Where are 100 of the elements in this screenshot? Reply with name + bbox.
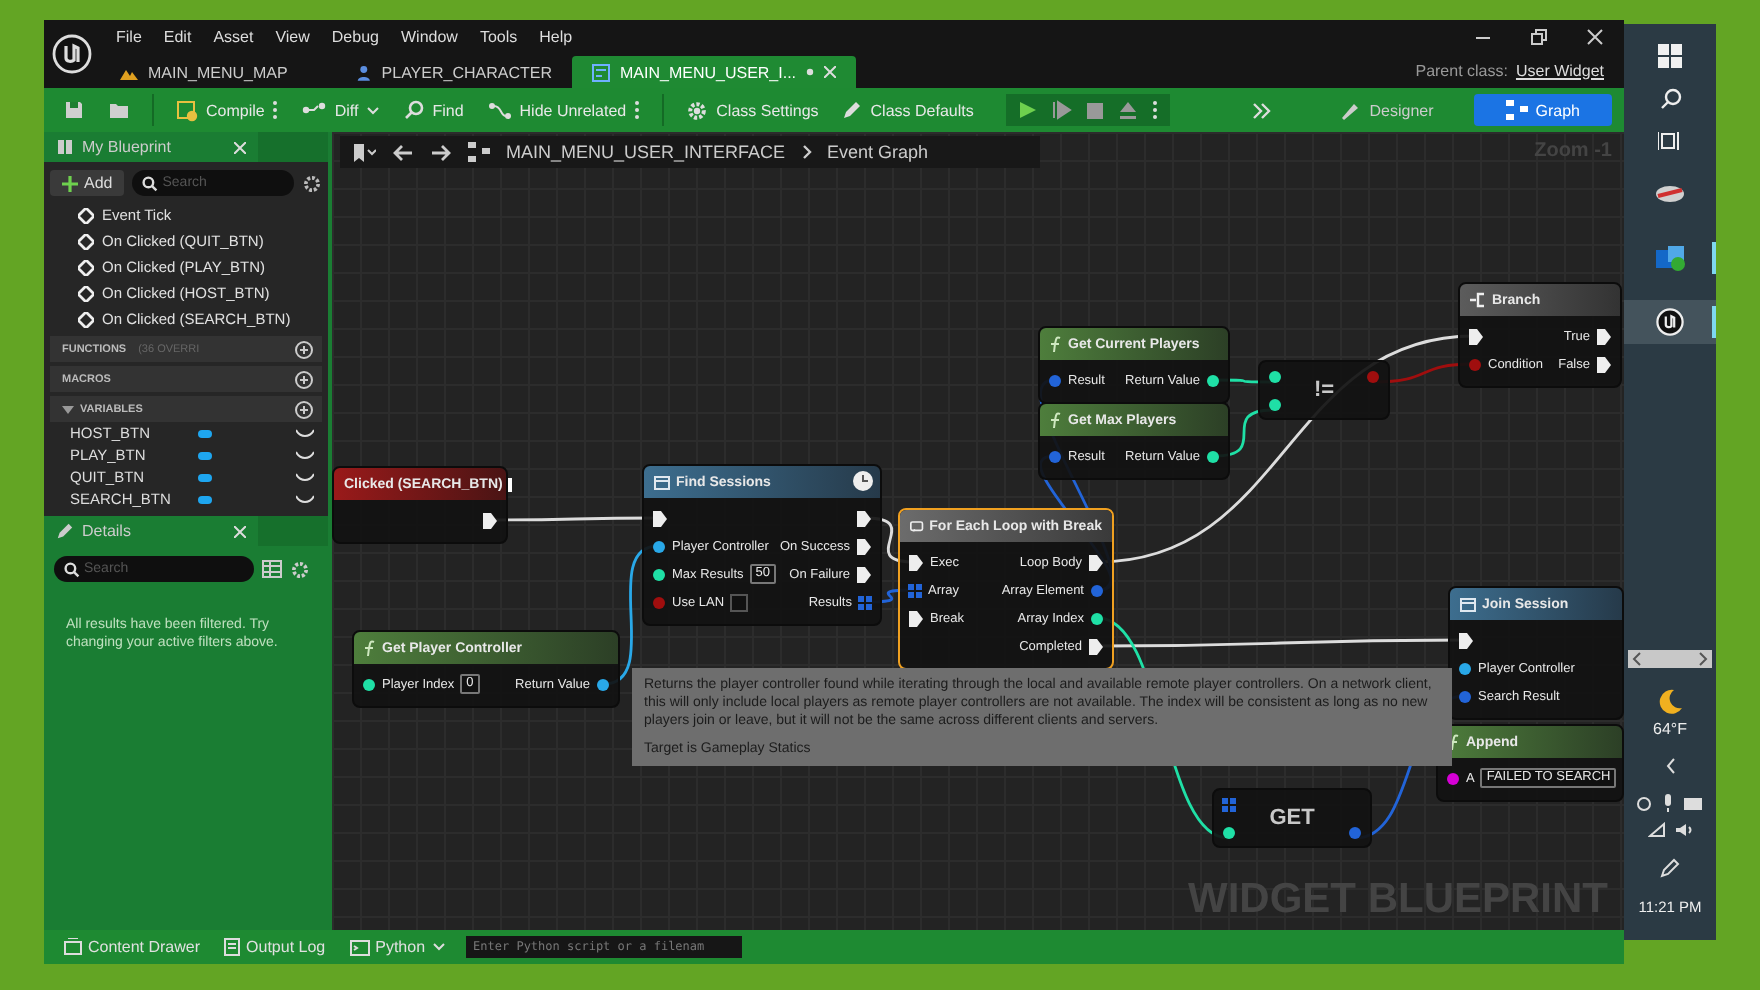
data-pin-icon[interactable]	[362, 677, 376, 691]
speaker-icon[interactable]	[1675, 822, 1693, 838]
data-pin-icon[interactable]	[1206, 373, 1220, 387]
data-pin-icon[interactable]	[1458, 661, 1472, 675]
search-icon	[64, 561, 80, 577]
array-pin-icon[interactable]	[1222, 797, 1236, 811]
exec-pin-icon[interactable]	[1088, 553, 1104, 571]
pen-icon[interactable]	[1660, 858, 1680, 878]
clock-icon	[852, 470, 874, 492]
add-circle-icon[interactable]	[294, 399, 314, 419]
data-pin-icon[interactable]	[596, 677, 610, 691]
exec-pin-icon[interactable]	[482, 511, 498, 529]
checkbox[interactable]	[730, 593, 749, 611]
menu-item[interactable]: Debug	[331, 27, 379, 45]
data-pin-icon[interactable]	[1090, 611, 1104, 625]
menu-item[interactable]: Tools	[479, 27, 518, 45]
function-icon	[364, 639, 376, 657]
close-icon[interactable]	[1586, 27, 1604, 45]
forward-arrow-icon[interactable]	[430, 143, 452, 161]
drawer-icon	[64, 938, 82, 956]
exec-pin-icon[interactable]	[1458, 631, 1474, 649]
settings-icon[interactable]	[302, 173, 322, 193]
document-tab[interactable]: MAIN_MENU_MAP	[100, 56, 336, 88]
node-operator-label: !=	[1313, 378, 1335, 402]
exec-pin-icon[interactable]	[856, 565, 872, 583]
toolbar-button[interactable]: Hide Unrelated	[479, 96, 649, 124]
add-circle-icon[interactable]	[294, 339, 314, 359]
diff-icon	[302, 102, 327, 118]
function-icon	[1448, 733, 1460, 751]
microphone-icon[interactable]	[1662, 794, 1674, 812]
array-pin-icon[interactable]	[858, 595, 872, 609]
more-icon[interactable]	[272, 100, 279, 120]
exec-pin-icon[interactable]	[1468, 327, 1484, 345]
moon-icon[interactable]	[1657, 688, 1683, 714]
exec-pin-icon[interactable]	[908, 609, 924, 627]
graph-icon	[468, 142, 490, 162]
toolbar-button[interactable]: Diff	[294, 97, 389, 123]
overflow-chevron-icon[interactable]	[1251, 101, 1272, 119]
menu-item[interactable]: Edit	[163, 27, 192, 45]
cloud-app-icon	[1654, 182, 1686, 206]
table-icon[interactable]	[262, 560, 282, 578]
book-icon	[56, 138, 74, 156]
toolbar-button[interactable]: Compile	[168, 95, 287, 125]
more-icon[interactable]	[634, 100, 641, 120]
menu-item[interactable]: View	[275, 27, 310, 45]
data-pin-icon[interactable]	[1222, 825, 1236, 839]
menu-item[interactable]: File	[116, 27, 142, 45]
data-pin-icon[interactable]	[652, 539, 666, 553]
terminal-icon	[349, 939, 370, 955]
taskbar-scrollbar[interactable]	[1628, 650, 1712, 668]
exec-pin-icon[interactable]	[908, 553, 924, 571]
restore-icon[interactable]	[1530, 27, 1548, 45]
menu-item[interactable]: Help	[539, 27, 573, 45]
battery-icon[interactable]	[1684, 797, 1704, 809]
node-operator-label: GET	[1269, 806, 1315, 830]
tray-icon[interactable]	[1636, 795, 1652, 811]
toolbar-button[interactable]: Find	[396, 96, 472, 124]
pencil-icon	[842, 100, 863, 120]
toolbar-button[interactable]: Class Defaults	[834, 96, 982, 124]
document-tab[interactable]: PLAYER_CHARACTER	[336, 56, 572, 88]
data-pin-icon[interactable]	[1268, 369, 1282, 383]
modified-dot-icon	[806, 68, 815, 76]
bookmark-icon[interactable]	[352, 143, 376, 161]
taskbar-app[interactable]	[1624, 300, 1716, 344]
add-circle-icon[interactable]	[294, 369, 314, 389]
array-pin-icon[interactable]	[908, 583, 922, 597]
more-icon[interactable]	[1151, 100, 1158, 120]
data-pin-icon[interactable]	[1268, 397, 1282, 411]
weather-temperature[interactable]: 64°F	[1653, 720, 1687, 738]
branch-icon	[1470, 292, 1486, 308]
save-icon	[64, 100, 84, 120]
data-pin-icon[interactable]	[652, 567, 666, 581]
search-icon[interactable]	[1659, 88, 1681, 110]
exec-pin-icon[interactable]	[1596, 327, 1612, 345]
mode-button[interactable]: Graph	[1473, 94, 1612, 126]
toolbar-button[interactable]: Class Settings	[678, 95, 827, 125]
graph-node[interactable]: GET	[1212, 788, 1372, 848]
exec-pin-icon[interactable]	[1596, 355, 1612, 373]
play-icon[interactable]	[1017, 100, 1038, 120]
exec-pin-icon[interactable]	[652, 509, 668, 527]
back-arrow-icon[interactable]	[392, 143, 414, 161]
chevron-right-icon[interactable]	[1698, 652, 1708, 666]
menu-item[interactable]: Asset	[213, 27, 254, 45]
add-button[interactable]: Add	[50, 170, 125, 196]
graph-node[interactable]: !=	[1258, 360, 1390, 420]
engine-logo-icon	[1656, 308, 1684, 336]
document-tab[interactable]: MAIN_MENU_USER_I...	[572, 56, 857, 88]
breadcrumb-item[interactable]: MAIN_MENU_USER_INTERFACE	[506, 142, 786, 162]
caret-icon	[62, 405, 74, 413]
task-view-icon[interactable]	[1658, 130, 1682, 152]
data-pin-icon[interactable]	[1206, 449, 1220, 463]
exec-pin-icon[interactable]	[856, 509, 872, 527]
parent-class-link[interactable]: User Widget	[1515, 61, 1604, 79]
chevron-left-icon[interactable]	[1632, 652, 1642, 666]
node-box-icon	[654, 475, 670, 489]
windows-start-icon[interactable]	[1658, 44, 1682, 68]
exec-pin-icon[interactable]	[856, 537, 872, 555]
menu-item[interactable]: Window	[400, 27, 458, 45]
exec-pin-icon[interactable]	[1088, 637, 1104, 655]
breadcrumb-item[interactable]: Event Graph	[827, 142, 929, 162]
